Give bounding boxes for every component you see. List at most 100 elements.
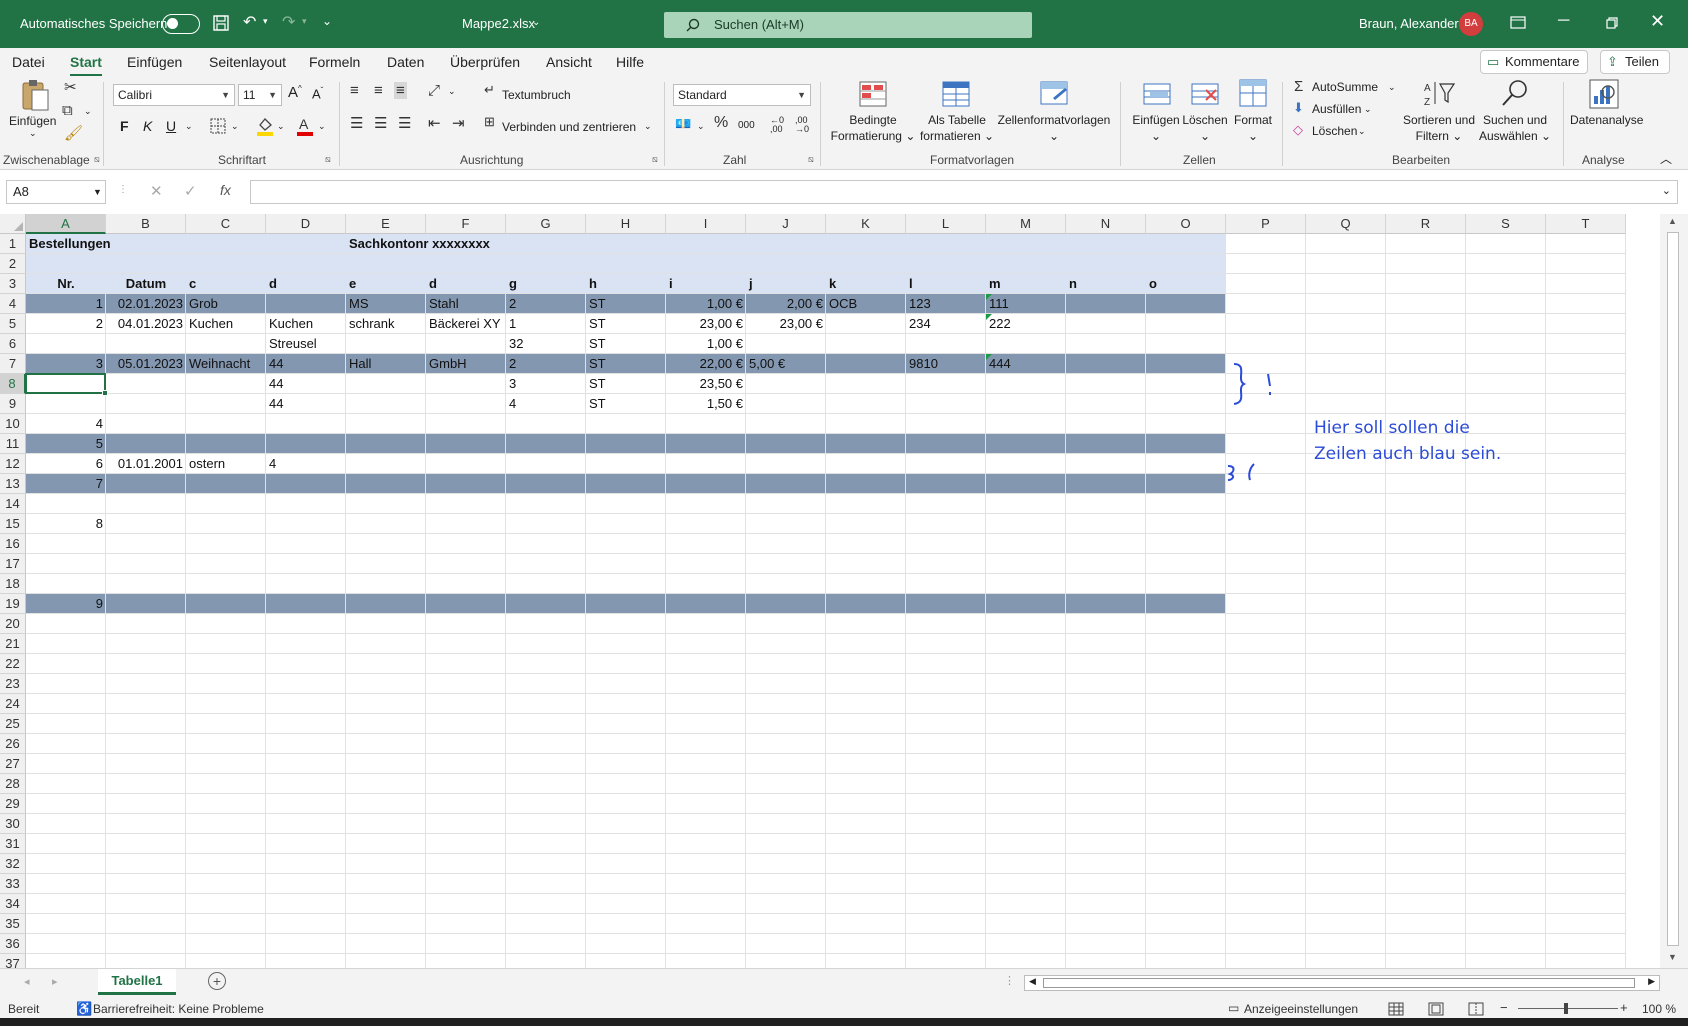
decrease-indent-icon[interactable]: ⇤ xyxy=(428,114,441,132)
cell-G3[interactable]: g xyxy=(506,274,586,294)
cell-styles-button[interactable]: Zellenformatvorlagen ⌄ xyxy=(996,112,1112,144)
increase-indent-icon[interactable]: ⇥ xyxy=(452,114,465,132)
font-color-dropdown-icon[interactable]: ⌄ xyxy=(318,121,326,132)
zoom-slider-thumb[interactable] xyxy=(1564,1003,1568,1014)
restore-icon[interactable] xyxy=(1606,17,1618,29)
tab-daten[interactable]: Daten xyxy=(387,50,424,74)
cell-G7[interactable]: 2 xyxy=(506,354,586,374)
merge-center-button[interactable]: Verbinden und zentrieren xyxy=(502,120,636,134)
undo-dropdown-icon[interactable]: ▾ xyxy=(263,16,268,27)
cell-A5[interactable]: 2 xyxy=(26,314,106,334)
hscroll-thumb[interactable] xyxy=(1043,978,1635,988)
cell-H6[interactable]: ST xyxy=(586,334,666,354)
column-header[interactable]: O xyxy=(1146,214,1226,234)
fill-button[interactable]: Ausfüllen xyxy=(1312,102,1361,116)
row-header[interactable]: 24 xyxy=(0,694,26,714)
row-header[interactable]: 21 xyxy=(0,634,26,654)
cell-A10[interactable]: 4 xyxy=(26,414,106,434)
row-header[interactable]: 17 xyxy=(0,554,26,574)
row-header[interactable]: 11 xyxy=(0,434,26,454)
currency-dropdown-icon[interactable]: ⌄ xyxy=(697,121,705,132)
borders-icon[interactable] xyxy=(210,118,226,134)
cell-G5[interactable]: 1 xyxy=(506,314,586,334)
cell-B12[interactable]: 01.01.2001 xyxy=(106,454,186,474)
scroll-left-icon[interactable]: ◀ xyxy=(1029,976,1036,987)
column-header[interactable]: G xyxy=(506,214,586,234)
italic-button[interactable]: K xyxy=(143,118,152,134)
clipboard-launcher-icon[interactable]: ⧅ xyxy=(94,154,100,165)
row-header[interactable]: 14 xyxy=(0,494,26,514)
cell-M7[interactable]: 444 xyxy=(986,354,1066,374)
delete-cells-icon[interactable] xyxy=(1190,80,1220,108)
format-as-table-button[interactable]: Als Tabelle formatieren ⌄ xyxy=(912,112,1002,144)
sort-filter-icon[interactable]: AZ xyxy=(1424,80,1456,108)
column-header[interactable]: K xyxy=(826,214,906,234)
row-header[interactable]: 7 xyxy=(0,354,26,374)
horizontal-scrollbar[interactable]: ◀ ▶ xyxy=(1024,975,1660,991)
error-indicator-icon[interactable] xyxy=(986,294,992,300)
cell-A15[interactable]: 8 xyxy=(26,514,106,534)
column-header[interactable]: B xyxy=(106,214,186,234)
cell-B5[interactable]: 04.01.2023 xyxy=(106,314,186,334)
add-sheet-icon[interactable]: + xyxy=(208,972,226,990)
cell-G6[interactable]: 32 xyxy=(506,334,586,354)
row-header[interactable]: 28 xyxy=(0,774,26,794)
tab-splitter-icon[interactable]: ⋮ xyxy=(1004,974,1015,987)
cut-icon[interactable]: ✂ xyxy=(64,78,77,96)
cell-A4[interactable]: 1 xyxy=(26,294,106,314)
row-header[interactable]: 27 xyxy=(0,754,26,774)
cell-L7[interactable]: 9810 xyxy=(906,354,986,374)
row-header[interactable]: 6 xyxy=(0,334,26,354)
row-header[interactable]: 13 xyxy=(0,474,26,494)
cell-A11[interactable]: 5 xyxy=(26,434,106,454)
file-name[interactable]: Mappe2.xlsx xyxy=(462,16,535,31)
borders-dropdown-icon[interactable]: ⌄ xyxy=(231,121,239,132)
vertical-scrollbar[interactable]: ▲ ▼ xyxy=(1660,214,1688,968)
ribbon-display-icon[interactable] xyxy=(1510,16,1526,29)
insert-cells-button[interactable]: Einfügen ⌄ xyxy=(1128,112,1184,144)
row-header[interactable]: 32 xyxy=(0,854,26,874)
cell-D5[interactable]: Kuchen xyxy=(266,314,346,334)
conditional-formatting-button[interactable]: Bedingte Formatierung ⌄ xyxy=(828,112,918,144)
cell-H3[interactable]: h xyxy=(586,274,666,294)
next-sheet-icon[interactable]: ▸ xyxy=(52,975,58,988)
minimize-icon[interactable]: ─ xyxy=(1558,12,1569,30)
align-top-icon[interactable]: ≡ xyxy=(350,82,359,99)
column-header[interactable]: J xyxy=(746,214,826,234)
undo-icon[interactable]: ↶ xyxy=(243,12,256,32)
save-icon[interactable] xyxy=(212,14,230,32)
column-header[interactable]: L xyxy=(906,214,986,234)
cell-D8[interactable]: 44 xyxy=(266,374,346,394)
cell-J3[interactable]: j xyxy=(746,274,826,294)
select-all-corner[interactable] xyxy=(0,214,26,234)
paste-dropdown-icon[interactable]: ⌄ xyxy=(29,128,37,139)
autosum-dropdown-icon[interactable]: ⌄ xyxy=(1388,82,1396,93)
cell-I4[interactable]: 1,00 € xyxy=(666,294,746,314)
zoom-out-icon[interactable]: − xyxy=(1500,1000,1508,1015)
tab-ueberpruefen[interactable]: Überprüfen xyxy=(450,50,520,74)
wrap-text-icon[interactable]: ↵ xyxy=(484,82,495,98)
align-left-icon[interactable]: ☰ xyxy=(350,114,363,132)
cell-C3[interactable]: c xyxy=(186,274,266,294)
column-header[interactable]: P xyxy=(1226,214,1306,234)
error-indicator-icon[interactable] xyxy=(986,354,992,360)
display-settings-button[interactable]: Anzeigeeinstellungen xyxy=(1244,1002,1358,1016)
comments-button[interactable]: ▭ Kommentare xyxy=(1480,50,1588,74)
grow-font-icon[interactable]: A^ xyxy=(288,84,302,101)
wrap-text-button[interactable]: Textumbruch xyxy=(502,88,571,102)
sheet-tab-tabelle1[interactable]: Tabelle1 xyxy=(98,969,176,995)
cell-E5[interactable]: schrank xyxy=(346,314,426,334)
fill-down-icon[interactable]: ⬇ xyxy=(1293,100,1304,116)
user-name[interactable]: Braun, Alexander xyxy=(1359,16,1459,31)
row-header[interactable]: 29 xyxy=(0,794,26,814)
cell-A13[interactable]: 7 xyxy=(26,474,106,494)
row-header[interactable]: 8 xyxy=(0,374,26,394)
find-select-icon[interactable] xyxy=(1500,78,1530,108)
format-painter-icon[interactable]: 🖌 xyxy=(64,124,83,142)
cell-J5[interactable]: 23,00 € xyxy=(746,314,826,334)
cell-C12[interactable]: ostern xyxy=(186,454,266,474)
cell-E3[interactable]: e xyxy=(346,274,426,294)
cell-styles-icon[interactable] xyxy=(1039,80,1069,108)
cell-M4[interactable]: 111 xyxy=(986,294,1066,314)
row-header[interactable]: 20 xyxy=(0,614,26,634)
